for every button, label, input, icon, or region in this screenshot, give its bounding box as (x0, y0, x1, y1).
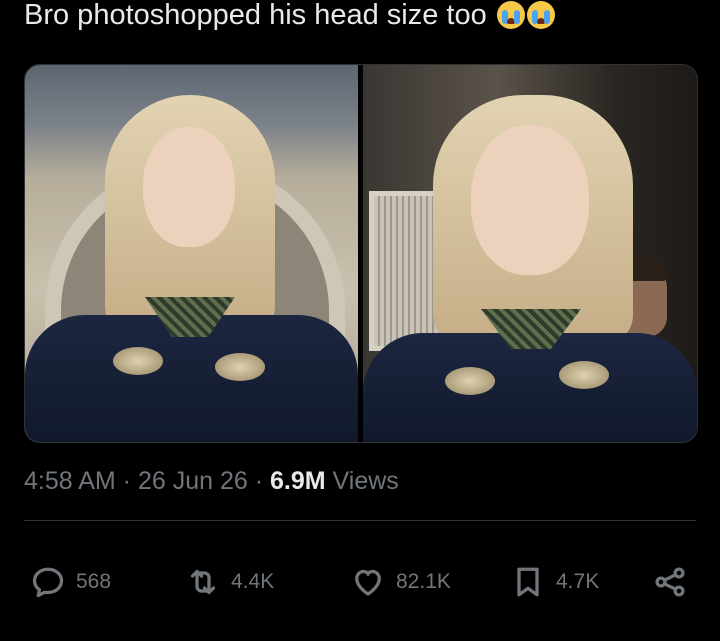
bookmark-button[interactable]: 4.7K (510, 560, 599, 604)
embroidery (445, 367, 495, 395)
like-button[interactable]: 82.1K (350, 560, 451, 604)
face (143, 127, 235, 247)
repost-button[interactable]: 4.4K (185, 560, 274, 604)
repost-icon (190, 569, 216, 595)
crying-emoji-icon (496, 1, 525, 29)
share-button[interactable] (652, 560, 688, 604)
bookmark-count: 4.7K (556, 570, 600, 593)
post-meta: 4:58 AM · 26 Jun 26 · 6.9M Views (24, 467, 399, 496)
embroidery (559, 361, 609, 389)
right-photo[interactable] (363, 65, 697, 442)
views-label: Views (325, 467, 399, 495)
reply-count: 568 (76, 570, 112, 593)
repost-count: 4.4K (231, 570, 275, 593)
post-text-content: Bro photoshopped his head size too (24, 0, 487, 31)
reply-button[interactable]: 568 (30, 560, 111, 604)
bookmark-icon (517, 567, 539, 597)
embroidery (215, 353, 265, 381)
embroidery (113, 347, 163, 375)
meta-separator: · (247, 467, 270, 495)
post-date[interactable]: 26 Jun 26 (138, 467, 248, 495)
views-count: 6.9M (270, 467, 326, 495)
action-bar: 568 4.4K 82.1K 4.7K (30, 560, 700, 604)
meta-separator: · (115, 467, 138, 495)
left-photo[interactable] (25, 65, 358, 442)
media-gallery[interactable] (24, 64, 698, 443)
divider-line (24, 520, 696, 521)
heart-icon (355, 569, 381, 596)
face (471, 125, 589, 275)
share-icon (655, 567, 685, 597)
crying-emoji-icon (526, 1, 555, 29)
reply-icon (32, 567, 64, 598)
post-text: Bro photoshopped his head size too (24, 0, 555, 34)
post-time[interactable]: 4:58 AM (24, 467, 116, 495)
jacket (363, 333, 697, 442)
like-count: 82.1K (396, 570, 451, 593)
